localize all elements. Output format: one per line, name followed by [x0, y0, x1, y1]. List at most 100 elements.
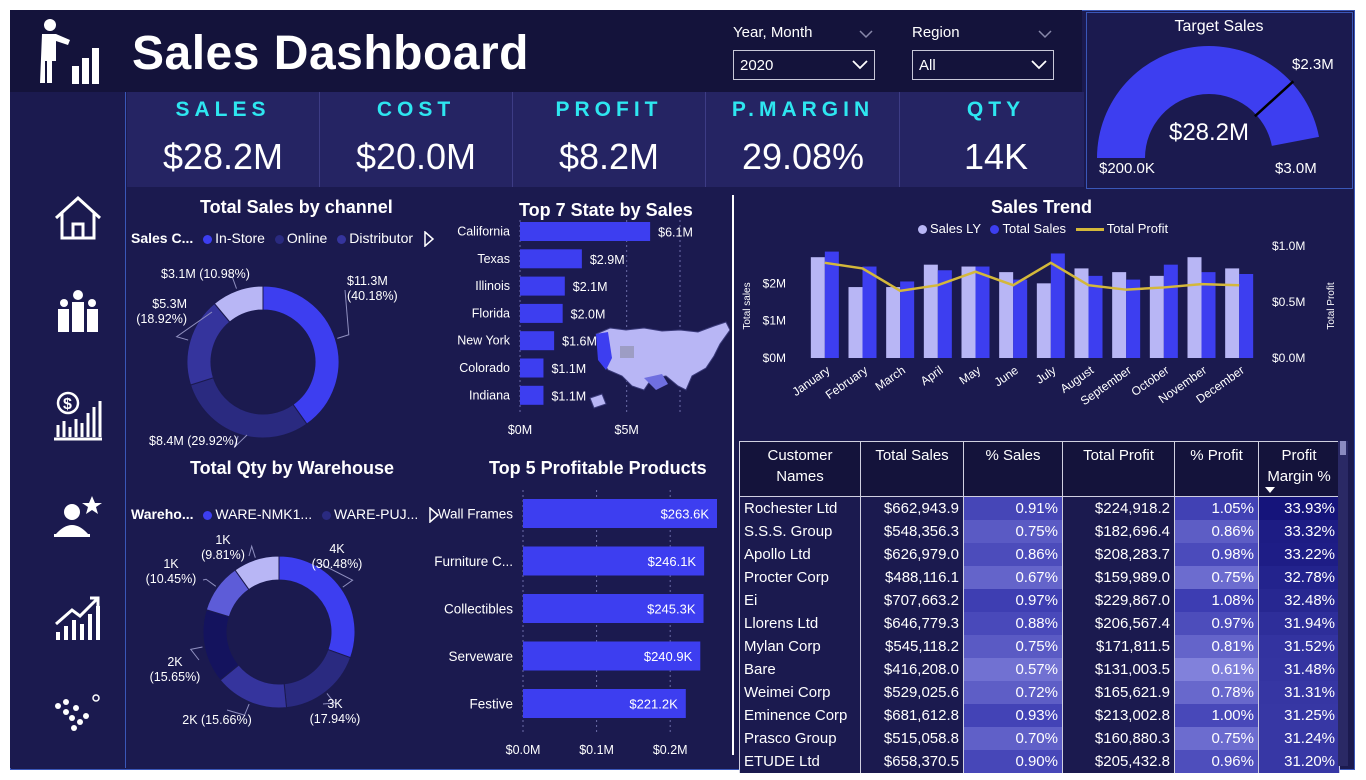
table-row[interactable]: Llorens Ltd $646,779.3 0.88% $206,567.4 0.97…	[739, 612, 1340, 635]
legend-item[interactable]: Total Profit	[1107, 221, 1168, 236]
legend-item[interactable]: WARE-NMK1...	[215, 506, 312, 522]
table-cell: 0.72%	[963, 681, 1063, 704]
column-header-total-profit[interactable]: Total Profit	[1062, 441, 1175, 497]
y-tick-label: $0M	[763, 351, 786, 365]
table-row[interactable]: Mylan Corp $545,118.2 0.75% $171,811.5 0.81%…	[739, 635, 1340, 658]
bar-total-sales	[824, 251, 839, 358]
target-sales-gauge: Target Sales $28.2M $200.0K $3.0M $2.3M	[1097, 18, 1334, 177]
column-header-pct-sales[interactable]: % Sales	[963, 441, 1063, 497]
chart-title-qty-by-warehouse: Total Qty by Warehouse	[190, 458, 395, 478]
sort-descending-icon[interactable]	[1265, 487, 1275, 493]
kpi-label: PROFIT	[555, 98, 663, 121]
team-icon[interactable]	[52, 287, 104, 339]
kpi-value: $20.0M	[355, 136, 477, 177]
slicer-year-month[interactable]: Year, Month 2020	[733, 24, 875, 82]
table-cell: 32.48%	[1258, 589, 1340, 612]
column-header-total-sales[interactable]: Total Sales	[860, 441, 964, 497]
table-row[interactable]: S.S.S. Group $548,356.3 0.75% $182,696.4 0.8…	[739, 520, 1340, 543]
table-cell: 0.67%	[963, 566, 1063, 589]
column-header-pct-profit[interactable]: % Profit	[1174, 441, 1259, 497]
legend-sales-trend: Sales LY Total Sales Total Profit	[918, 221, 1168, 236]
y2-tick-label: $0.0M	[1272, 351, 1305, 365]
table-row[interactable]: Rochester Ltd $662,943.9 0.91% $224,918.2 1.…	[739, 496, 1340, 520]
data-label: $246.1K	[648, 554, 697, 569]
table-cell: $548,356.3	[860, 520, 964, 543]
legend-item[interactable]: Sales LY	[930, 221, 981, 236]
table-cell: 31.52%	[1258, 635, 1340, 658]
legend-warehouse: Wareho... WARE-NMK1... WARE-PUJ...	[131, 506, 440, 524]
kpi-label: COST	[376, 98, 456, 121]
table-cell: $707,663.2	[860, 589, 964, 612]
table-cell: 0.98%	[1174, 543, 1259, 566]
slicer-year-month-dropdown[interactable]: 2020	[733, 50, 875, 80]
table-cell: $515,058.8	[860, 727, 964, 750]
table-cell: $182,696.4	[1062, 520, 1175, 543]
table-row[interactable]: Prasco Group $515,058.8 0.70% $160,880.3 0.7…	[739, 727, 1340, 750]
category-label: Texas	[477, 252, 510, 266]
x-tick-label: June	[992, 363, 1022, 390]
data-label: $240.9K	[644, 649, 693, 664]
finance-icon[interactable]: $	[52, 389, 104, 441]
table-row[interactable]: ETUDE Ltd $658,370.5 0.90% $205,432.8 0.96% 3…	[739, 750, 1340, 773]
slicer-region-dropdown[interactable]: All	[912, 50, 1054, 80]
table-cell: 0.91%	[963, 496, 1063, 520]
data-label: $1.1M	[551, 389, 586, 403]
legend-line-swatch	[1075, 228, 1104, 232]
kpi-value: 29.08%	[741, 136, 865, 177]
bar-sales-ly	[1112, 272, 1127, 358]
y2-tick-label: $1.0M	[1272, 239, 1305, 253]
donut-slice	[278, 555, 356, 659]
table-row[interactable]: Eminence Corp $681,612.8 0.93% $213,002.8 1.…	[739, 704, 1340, 727]
table-row[interactable]: Bare $416,208.0 0.57% $131,003.5 0.61% 31.48%	[739, 658, 1340, 681]
slicer-region[interactable]: Region All	[912, 24, 1054, 82]
bar-sales-ly	[961, 266, 976, 358]
legend-swatch	[203, 510, 213, 520]
bar-total-sales	[1088, 275, 1103, 358]
table-cell: Procter Corp	[739, 566, 861, 589]
legend-item[interactable]: WARE-PUJ...	[334, 506, 418, 522]
data-label: 2K (15.66%)	[182, 713, 251, 727]
column-header-customer-names[interactable]: Customer Names	[739, 441, 861, 497]
table-row[interactable]: Ei $707,663.2 0.97% $229,867.0 1.08% 32.48%	[739, 589, 1340, 612]
kpi-sales: SALES $28.2M	[127, 92, 320, 187]
chevron-down-icon	[1031, 60, 1047, 70]
legend-item[interactable]: Total Sales	[1002, 221, 1066, 236]
table-scrollbar[interactable]	[1338, 441, 1348, 766]
table-row[interactable]: Weimei Corp $529,025.6 0.72% $165,621.9 0.78…	[739, 681, 1340, 704]
data-label: (30.48%)	[312, 557, 363, 571]
column-header-profit-margin[interactable]: Profit Margin %	[1258, 441, 1340, 497]
x-tick-label: $0M	[508, 423, 532, 437]
scatter-icon[interactable]	[52, 692, 104, 744]
bar-sales-ly	[810, 257, 825, 358]
table-cell: $529,025.6	[860, 681, 964, 704]
table-cell: $662,943.9	[860, 496, 964, 520]
scrollbar-thumb[interactable]	[1340, 441, 1346, 455]
y2-tick-label: $0.5M	[1272, 295, 1305, 309]
legend-item[interactable]: In-Store	[215, 230, 265, 246]
kpi-label: SALES	[175, 98, 271, 121]
bar-total-sales	[900, 281, 915, 358]
table-row[interactable]: Procter Corp $488,116.1 0.67% $159,989.0 0.7…	[739, 566, 1340, 589]
customer-icon[interactable]	[52, 492, 104, 544]
kpi-value: $28.2M	[162, 136, 284, 177]
legend-swatch	[990, 225, 1000, 235]
gauge-max-label: $3.0M	[1275, 160, 1317, 177]
chevron-down-icon	[1038, 30, 1052, 39]
legend-item[interactable]: Distributor	[349, 230, 413, 246]
table-cell: $159,989.0	[1062, 566, 1175, 589]
bar-total-sales	[1126, 279, 1141, 358]
table-cell: S.S.S. Group	[739, 520, 861, 543]
data-label: $6.1M	[658, 226, 693, 240]
table-cell: 0.81%	[1174, 635, 1259, 658]
growth-icon[interactable]	[52, 592, 104, 644]
table-cell: Eminence Corp	[739, 704, 861, 727]
svg-text:$: $	[63, 396, 72, 413]
bar	[520, 249, 582, 269]
bar-sales-ly	[886, 287, 901, 358]
table-cell: 0.97%	[1174, 612, 1259, 635]
table-cell: Llorens Ltd	[739, 612, 861, 635]
table-cell: 1.08%	[1174, 589, 1259, 612]
home-icon[interactable]	[52, 192, 104, 244]
legend-item[interactable]: Online	[287, 230, 327, 246]
table-row[interactable]: Apollo Ltd $626,979.0 0.86% $208,283.7 0.98%…	[739, 543, 1340, 566]
